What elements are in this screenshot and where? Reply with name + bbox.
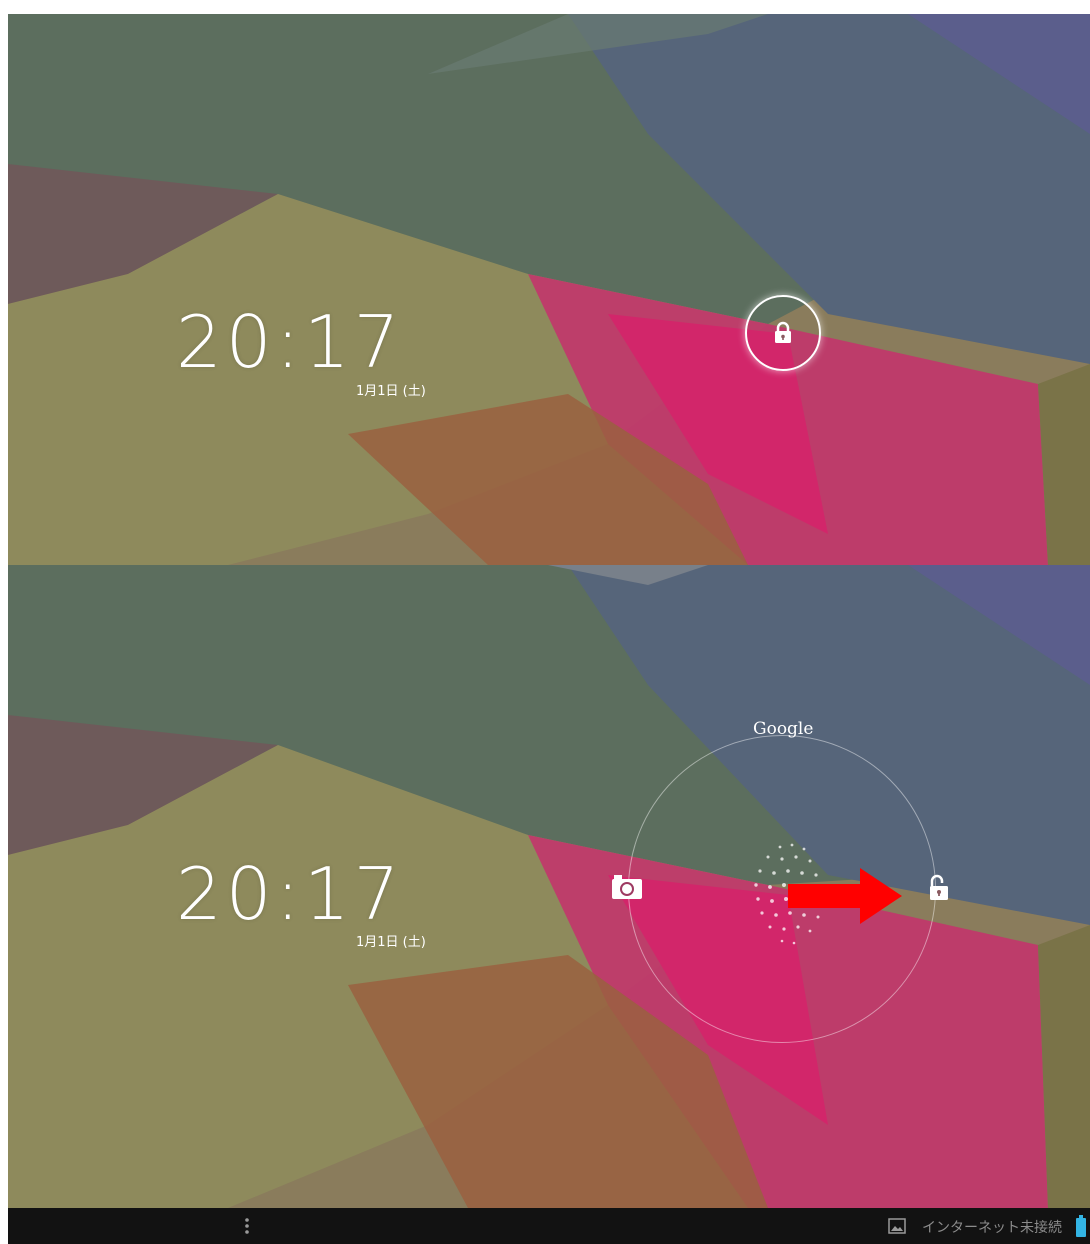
battery-icon bbox=[1076, 1215, 1086, 1237]
camera-icon[interactable] bbox=[611, 874, 643, 900]
wallpaper bbox=[8, 14, 1090, 565]
overflow-menu-icon[interactable] bbox=[244, 1218, 250, 1234]
gallery-icon bbox=[888, 1218, 906, 1234]
network-status-text: インターネット未接続 bbox=[922, 1220, 1062, 1236]
clock-date: 1月1日 (土) bbox=[356, 935, 426, 950]
lockscreen-initial: 20:17 1月1日 (土) bbox=[8, 14, 1090, 565]
clock-date: 1月1日 (土) bbox=[356, 384, 426, 399]
google-search-target[interactable]: Google bbox=[753, 719, 813, 739]
padlock-open-icon[interactable] bbox=[927, 874, 951, 902]
padlock-closed-icon bbox=[775, 321, 791, 343]
red-arrow-annotation bbox=[788, 868, 902, 924]
lock-handle[interactable] bbox=[745, 295, 821, 371]
system-navbar: インターネット未接続 bbox=[8, 1208, 1090, 1244]
lockscreen-glowpad: 20:17 1月1日 (土) Google bbox=[8, 565, 1090, 1208]
clock-time: 20:17 bbox=[176, 852, 404, 936]
clock-time: 20:17 bbox=[176, 300, 404, 384]
